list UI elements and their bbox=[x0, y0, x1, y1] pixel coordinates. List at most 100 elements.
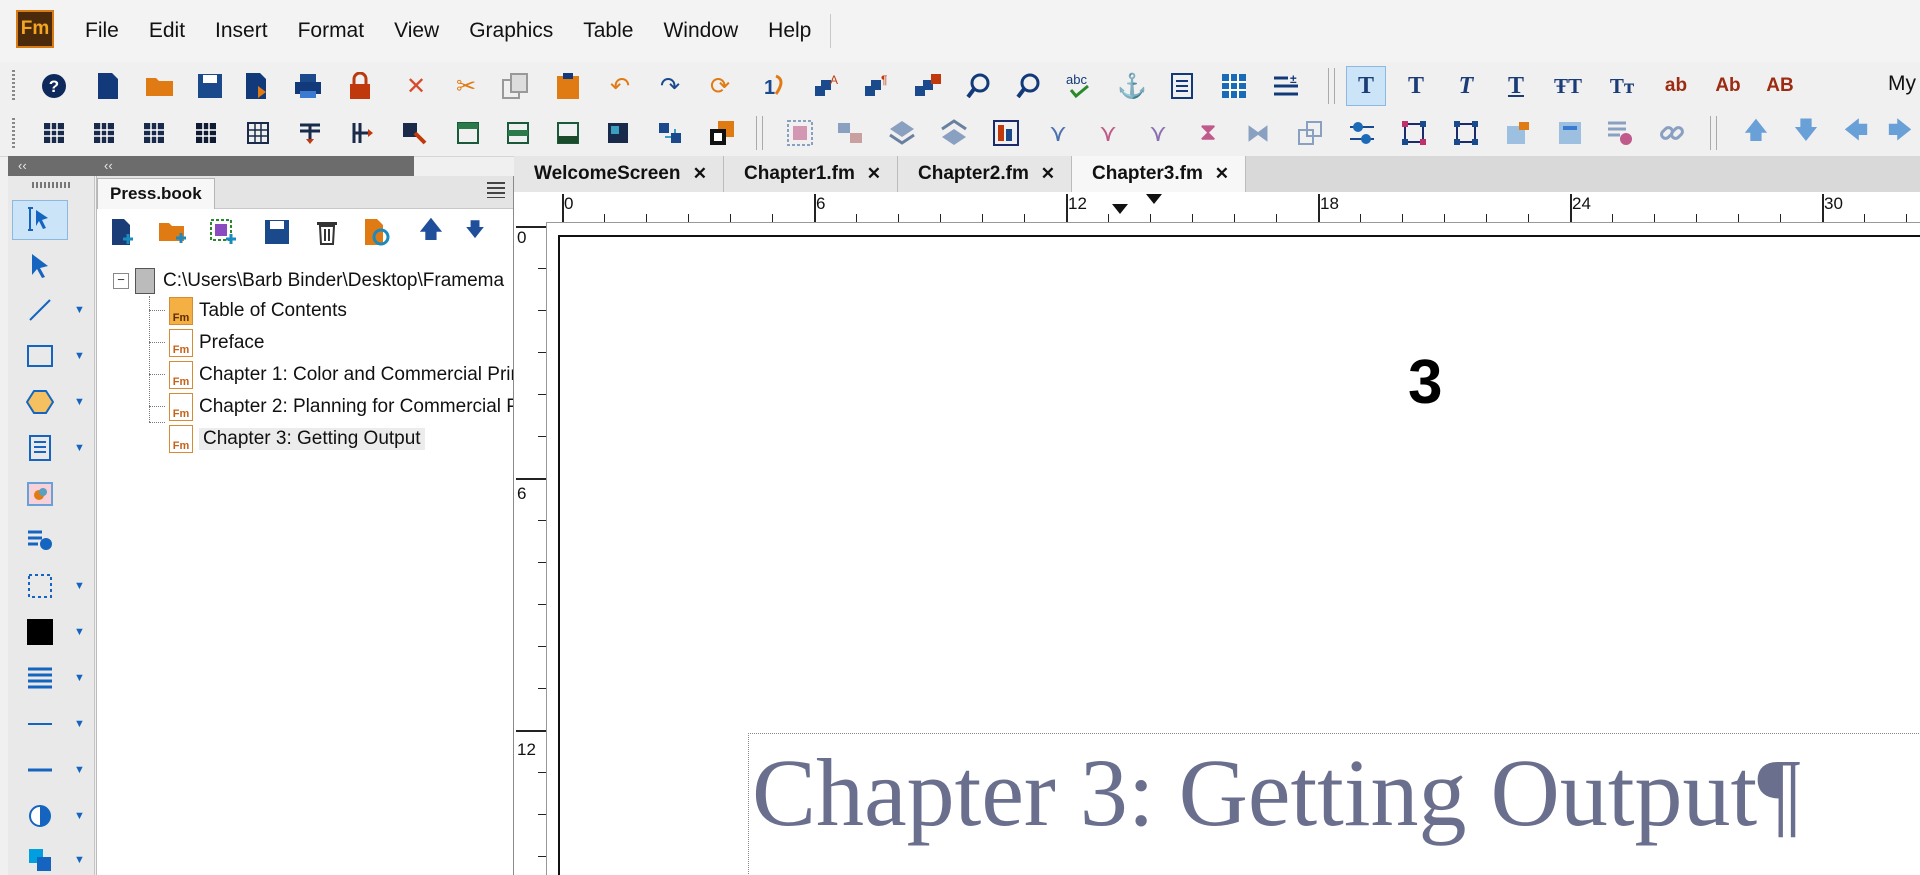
paste-icon[interactable] bbox=[548, 66, 588, 106]
book-item-chapter-1[interactable]: Fm Chapter 1: Color and Commercial Prir bbox=[169, 360, 513, 390]
menu-table[interactable]: Table bbox=[568, 19, 648, 43]
ungroup-icon[interactable] bbox=[830, 113, 870, 153]
toolbar-grip[interactable] bbox=[12, 70, 15, 100]
add-folder-icon[interactable] bbox=[155, 214, 191, 250]
plain-text-button[interactable]: T bbox=[1346, 66, 1386, 106]
find-icon[interactable] bbox=[960, 66, 1000, 106]
bold-text-button[interactable]: T bbox=[1396, 66, 1436, 106]
collapse-book-panel-icon[interactable]: ‹‹ bbox=[104, 156, 113, 176]
gravity-icon[interactable] bbox=[1446, 113, 1486, 153]
conditional-text-tool-icon[interactable] bbox=[12, 520, 68, 560]
copy-icon[interactable] bbox=[496, 66, 536, 106]
new-document-icon[interactable] bbox=[88, 66, 128, 106]
add-group-icon[interactable] bbox=[205, 214, 241, 250]
chevron-down-icon[interactable]: ▼ bbox=[74, 626, 85, 638]
table-grid-icon[interactable] bbox=[186, 113, 226, 153]
chevron-down-icon[interactable]: ▼ bbox=[74, 810, 85, 822]
menu-file[interactable]: File bbox=[70, 19, 134, 43]
select-object-tool-icon[interactable] bbox=[12, 246, 68, 286]
link-icon[interactable] bbox=[1652, 113, 1692, 153]
text-frame-icon[interactable] bbox=[1162, 66, 1202, 106]
chevron-down-icon[interactable]: ▼ bbox=[74, 304, 85, 316]
save-book-icon[interactable] bbox=[259, 214, 295, 250]
snap-icon[interactable] bbox=[1394, 113, 1434, 153]
smooth-icon[interactable]: ⋎ bbox=[1138, 113, 1178, 153]
book-item-table-of-contents[interactable]: Fm Table of Contents bbox=[169, 296, 347, 326]
vertical-ruler[interactable]: 0 6 12 bbox=[514, 222, 547, 875]
redo-icon[interactable]: ↷ bbox=[650, 66, 690, 106]
close-icon[interactable]: ✕ bbox=[1041, 156, 1055, 192]
initial-caps-button[interactable]: Ab bbox=[1708, 66, 1748, 106]
para-numbering-icon[interactable]: 1 bbox=[756, 66, 796, 106]
arrow-down-icon[interactable]: 🡇 bbox=[1786, 113, 1826, 153]
arrow-right-icon[interactable]: 🡆 bbox=[1880, 113, 1920, 153]
line-tool-icon[interactable] bbox=[12, 290, 68, 330]
tab-chapter1[interactable]: Chapter1.fm ✕ bbox=[724, 156, 898, 192]
object-properties-icon[interactable] bbox=[1342, 113, 1382, 153]
close-icon[interactable]: ✕ bbox=[867, 156, 881, 192]
book-item-chapter-2[interactable]: Fm Chapter 2: Planning for Commercial P bbox=[169, 392, 513, 422]
book-item-preface[interactable]: Fm Preface bbox=[169, 328, 264, 358]
menu-insert[interactable]: Insert bbox=[200, 19, 283, 43]
save-as-icon[interactable] bbox=[238, 66, 278, 106]
menu-window[interactable]: Window bbox=[648, 19, 753, 43]
smart-select-tool-icon[interactable] bbox=[12, 200, 68, 240]
menu-help[interactable]: Help bbox=[753, 19, 826, 43]
chevron-down-icon[interactable]: ▼ bbox=[74, 350, 85, 362]
character-designer-icon[interactable]: A bbox=[808, 66, 848, 106]
close-icon[interactable]: ✕ bbox=[1215, 156, 1229, 192]
indent-marker[interactable] bbox=[1112, 204, 1128, 214]
arrow-up-icon[interactable]: 🡅 bbox=[1736, 113, 1776, 153]
document-page[interactable]: 3 Chapter 3: Getting Output¶ bbox=[548, 223, 1920, 875]
chevron-down-icon[interactable]: ▼ bbox=[74, 854, 85, 866]
arrow-left-icon[interactable]: 🡄 bbox=[1836, 113, 1876, 153]
insert-columns-icon[interactable] bbox=[342, 113, 382, 153]
table-icon[interactable] bbox=[1214, 66, 1254, 106]
chevron-down-icon[interactable]: ▼ bbox=[74, 672, 85, 684]
group-icon[interactable] bbox=[780, 113, 820, 153]
subscript-button[interactable]: Tт bbox=[1602, 66, 1642, 106]
superscript-button[interactable]: ŦT bbox=[1548, 66, 1588, 106]
collapse-node-icon[interactable]: − bbox=[113, 273, 129, 289]
line-end-icon[interactable] bbox=[12, 704, 68, 744]
delete-icon[interactable]: ✕ bbox=[396, 66, 436, 106]
zoom-icon[interactable] bbox=[1010, 66, 1050, 106]
tab-stop-marker[interactable] bbox=[1146, 194, 1162, 204]
menu-format[interactable]: Format bbox=[283, 19, 380, 43]
tab-welcomescreen[interactable]: WelcomeScreen ✕ bbox=[514, 156, 724, 192]
panel-menu-icon[interactable] bbox=[487, 182, 505, 198]
distribute-icon[interactable]: ⋎ bbox=[1038, 113, 1078, 153]
tab-chapter3[interactable]: Chapter3.fm ✕ bbox=[1072, 156, 1246, 192]
move-down-icon[interactable]: 🡇 bbox=[457, 214, 493, 250]
insert-row-icon[interactable]: ± bbox=[1266, 66, 1306, 106]
underline-text-button[interactable]: T bbox=[1496, 66, 1536, 106]
paragraph-designer-icon[interactable]: ¶ bbox=[858, 66, 898, 106]
table-grid-icon[interactable] bbox=[34, 113, 74, 153]
table-grid-icon[interactable] bbox=[84, 113, 124, 153]
chevron-down-icon[interactable]: ▼ bbox=[74, 718, 85, 730]
flip-vertical-icon[interactable]: ⧗ bbox=[1188, 113, 1228, 153]
chevron-down-icon[interactable]: ▼ bbox=[74, 442, 85, 454]
hyperlink-tool-icon[interactable] bbox=[1600, 113, 1640, 153]
reshape-icon[interactable]: ⋎ bbox=[1088, 113, 1128, 153]
open-folder-icon[interactable] bbox=[140, 66, 180, 106]
insert-rows-icon[interactable] bbox=[290, 113, 330, 153]
collapse-palette-icon[interactable]: ‹‹ bbox=[18, 156, 27, 176]
table-designer-icon[interactable] bbox=[908, 66, 948, 106]
table-grid-icon[interactable] bbox=[238, 113, 278, 153]
text-frame-tool-icon[interactable] bbox=[12, 428, 68, 468]
lock-icon[interactable] bbox=[340, 66, 380, 106]
close-icon[interactable]: ✕ bbox=[693, 156, 707, 192]
overprint-icon[interactable] bbox=[12, 840, 68, 875]
spell-check-icon[interactable]: abc bbox=[1060, 66, 1100, 106]
marquee-select-tool-icon[interactable] bbox=[12, 566, 68, 606]
chevron-down-icon[interactable]: ▼ bbox=[74, 396, 85, 408]
undo-icon[interactable]: ↶ bbox=[600, 66, 640, 106]
tint-icon[interactable] bbox=[12, 796, 68, 836]
row-middle-icon[interactable] bbox=[498, 113, 538, 153]
book-tab[interactable]: Press.book bbox=[97, 178, 215, 209]
frame-below-icon[interactable] bbox=[1550, 113, 1590, 153]
fill-color-icon[interactable] bbox=[12, 612, 68, 652]
update-book-icon[interactable] bbox=[359, 214, 395, 250]
image-tool-icon[interactable] bbox=[12, 474, 68, 514]
